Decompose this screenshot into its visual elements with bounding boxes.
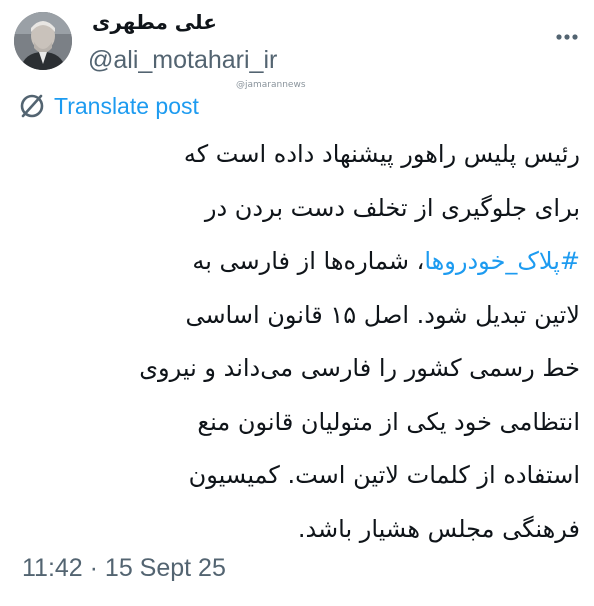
avatar[interactable]	[14, 12, 72, 70]
translate-label: Translate post	[54, 92, 199, 119]
translate-post-link[interactable]: Translate post	[18, 92, 199, 120]
hashtag-link[interactable]: #پلاک_خودروها	[424, 247, 580, 275]
post-card: علی مطهری @ali_motahari_ir @jamarannews …	[0, 0, 594, 606]
author-name[interactable]: علی مطهری	[92, 10, 217, 34]
translate-icon	[20, 94, 44, 118]
author-handle[interactable]: @ali_motahari_ir	[88, 46, 277, 75]
post-line: رئیس پلیس راهور پیشنهاد داده است که	[183, 140, 580, 168]
more-options-icon[interactable]	[550, 20, 584, 54]
watermark: @jamarannews	[236, 80, 306, 90]
post-timestamp[interactable]: 11:42 · 15 Sept 25	[22, 554, 226, 583]
post-line: انتظامی خود یکی از متولیان قانون منع	[197, 407, 580, 436]
post-text: رئیس پلیس راهور پیشنهاد داده است که برای…	[14, 128, 580, 556]
post-line: فرهنگی مجلس هشیار باشد.	[297, 514, 580, 543]
post-line: لاتین تبدیل شود. اصل ۱۵ قانون اساسی	[185, 300, 580, 329]
post-line-rest: ، شماره‌ها از فارسی به	[192, 247, 425, 275]
post-line: برای جلوگیری از تخلف دست بردن در	[204, 193, 580, 222]
post-line: خط رسمی کشور را فارسی می‌داند و نیروی	[139, 354, 580, 382]
post-line: استفاده از کلمات لاتین است. کمیسیون	[188, 461, 580, 489]
post-line: #پلاک_خودروها، شماره‌ها از فارسی به	[14, 235, 580, 289]
